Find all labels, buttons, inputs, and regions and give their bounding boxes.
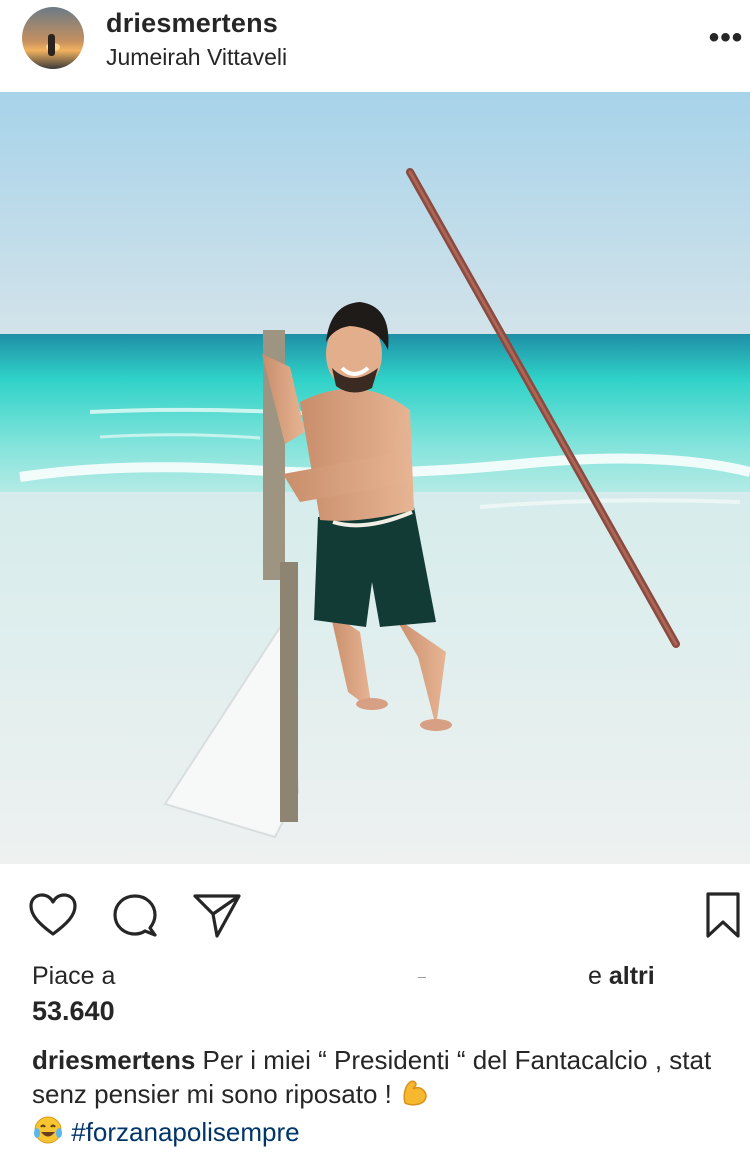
post-photo[interactable]	[0, 92, 750, 864]
action-bar	[0, 868, 750, 964]
flexed-biceps-emoji	[399, 1077, 431, 1115]
hashtag-link[interactable]: #forzanapolisempre	[71, 1117, 299, 1147]
tears-of-joy-emoji	[32, 1115, 64, 1153]
likes-others-link[interactable]: e altri	[588, 962, 655, 991]
avatar-figure	[48, 34, 55, 56]
likes-prefix: Piace a	[32, 962, 116, 990]
more-options-icon[interactable]: •••	[706, 20, 746, 56]
redacted-mark	[418, 977, 426, 978]
bookmark-icon[interactable]	[696, 888, 750, 942]
avatar[interactable]	[22, 7, 84, 69]
location-link[interactable]: Jumeirah Vittaveli	[106, 44, 287, 71]
send-icon[interactable]	[190, 888, 244, 942]
likes-count[interactable]: 53.640	[32, 996, 115, 1027]
username-link[interactable]: driesmertens	[106, 8, 278, 39]
heart-icon[interactable]	[26, 888, 80, 942]
caption-username[interactable]: driesmertens	[32, 1045, 195, 1075]
likes-altri: altri	[608, 962, 655, 990]
caption: driesmertens Per i miei “ Presidenti “ d…	[32, 1044, 732, 1153]
comment-icon[interactable]	[108, 888, 162, 942]
likes-e: e	[588, 962, 602, 990]
post-header: driesmertens Jumeirah Vittaveli •••	[0, 0, 750, 92]
